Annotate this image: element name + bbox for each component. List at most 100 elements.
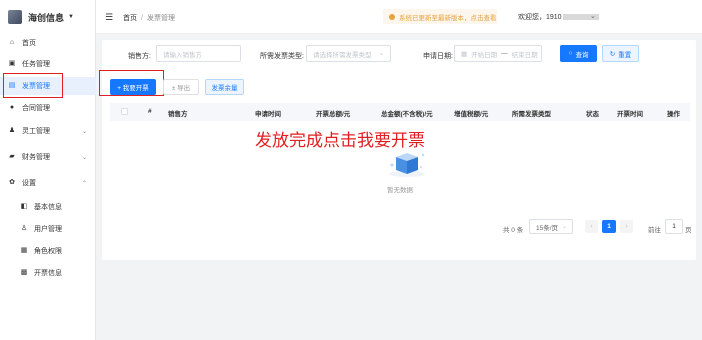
calendar-icon: ▦ bbox=[461, 50, 468, 58]
reset-button[interactable]: ↻ 重置 bbox=[602, 45, 639, 62]
sidebar-item-label: 设置 bbox=[22, 180, 36, 187]
sidebar-item-settings[interactable]: ✿ 设置 ⌃ bbox=[0, 174, 96, 192]
sidebar-item-label: 灵工管理 bbox=[22, 128, 50, 135]
column-apply-time: 申请时间 bbox=[255, 111, 281, 118]
prev-page-button[interactable]: ‹ bbox=[585, 220, 598, 233]
column-index: # bbox=[148, 108, 152, 115]
task-icon: ▣ bbox=[8, 60, 16, 67]
role-icon: ▦ bbox=[20, 247, 28, 254]
contract-icon: ● bbox=[9, 104, 15, 111]
chevron-down-icon: ⌄ bbox=[561, 224, 567, 230]
welcome-text[interactable]: 欢迎您，1910 bbox=[518, 12, 599, 22]
breadcrumb-separator: / bbox=[141, 15, 143, 22]
date-start: 开始日期 bbox=[471, 51, 498, 59]
update-notice[interactable]: 系统已更新至最新版本，点击查看 bbox=[383, 9, 497, 24]
worker-icon: ♟ bbox=[8, 127, 16, 134]
seller-input[interactable]: 请输入销售方 bbox=[156, 45, 241, 62]
info-icon: ◧ bbox=[20, 203, 28, 210]
billing-icon: ▩ bbox=[20, 269, 28, 276]
sidebar-item-label: 首页 bbox=[22, 40, 36, 47]
logo[interactable]: 海创信息 ▼ bbox=[0, 0, 95, 34]
sidebar-item-users[interactable]: ♙ 用户管理 bbox=[0, 220, 96, 238]
search-icon: ○ bbox=[568, 50, 573, 57]
page-size-value: 15条/页 bbox=[536, 224, 559, 232]
menu-toggle-icon[interactable]: ☰ bbox=[105, 12, 113, 23]
sidebar-item-label: 基本信息 bbox=[34, 204, 62, 211]
chevron-right-icon: › bbox=[625, 223, 628, 230]
page-size-select[interactable]: 15条/页 ⌄ bbox=[529, 219, 573, 234]
seller-label: 销售方: bbox=[128, 53, 151, 60]
caret-down-icon: ▼ bbox=[68, 14, 74, 20]
breadcrumb-home[interactable]: 首页 bbox=[123, 15, 137, 22]
home-icon: ⌂ bbox=[9, 39, 15, 46]
column-status: 状态 bbox=[586, 111, 599, 118]
invoice-type-label: 所需发票类型: bbox=[260, 53, 304, 60]
user-icon: ♙ bbox=[20, 225, 28, 232]
sidebar-item-home[interactable]: ⌂ 首页 bbox=[0, 34, 96, 52]
empty-state-text: 暂无数据 bbox=[387, 187, 413, 194]
column-actions: 操作 bbox=[667, 111, 680, 118]
chevron-down-icon: ⌄ bbox=[81, 128, 87, 135]
invoice-balance-button[interactable]: 发票余量 bbox=[205, 79, 244, 95]
sidebar-item-label: 任务管理 bbox=[22, 61, 50, 68]
settings-icon: ✿ bbox=[9, 179, 15, 186]
finance-icon: ▰ bbox=[9, 153, 15, 160]
invoice-type-select[interactable]: 请选择所需发票类型 ⌄ bbox=[306, 45, 391, 62]
highlight-box-issue bbox=[99, 70, 164, 96]
empty-box-icon bbox=[389, 153, 425, 177]
chevron-down-icon: ⌄ bbox=[378, 51, 384, 57]
sidebar-item-roles[interactable]: ▦ 角色权限 bbox=[0, 242, 96, 260]
welcome-label: 欢迎您，1910 bbox=[518, 14, 562, 21]
column-vat: 增值税额/元 bbox=[454, 111, 489, 118]
seller-placeholder: 请输入销售方 bbox=[163, 51, 202, 59]
topbar: ☰ 首页 / 发票管理 系统已更新至最新版本，点击查看 欢迎您，1910 ⌄ bbox=[96, 0, 702, 34]
warning-dot-icon bbox=[389, 13, 395, 20]
column-invoice-type: 所需发票类型 bbox=[512, 111, 551, 118]
next-page-button[interactable]: › bbox=[620, 220, 633, 233]
sidebar-item-label: 角色权限 bbox=[34, 248, 62, 255]
date-end: 结束日期 bbox=[511, 51, 538, 59]
column-amount-ex-tax: 总金额(不含税)/元 bbox=[381, 111, 433, 118]
sidebar-item-contracts[interactable]: ● 合同管理 bbox=[0, 99, 96, 117]
date-separator: — bbox=[501, 50, 508, 57]
page-number-current[interactable]: 1 bbox=[602, 220, 616, 233]
sidebar-item-tasks[interactable]: ▣ 任务管理 bbox=[0, 55, 96, 73]
invoice-balance-label: 发票余量 bbox=[211, 85, 238, 92]
chevron-up-icon: ⌃ bbox=[81, 180, 87, 187]
search-button-label: 查询 bbox=[575, 51, 589, 59]
column-total: 开票总额/元 bbox=[316, 111, 351, 118]
chevron-down-icon: ⌄ bbox=[81, 154, 87, 161]
sidebar-item-label: 开票信息 bbox=[34, 270, 62, 277]
sidebar-item-label: 财务管理 bbox=[22, 154, 50, 161]
chevron-left-icon: ‹ bbox=[590, 223, 593, 230]
notice-text: 系统已更新至最新版本，点击查看 bbox=[399, 14, 497, 22]
export-button[interactable]: ± 导出 bbox=[163, 79, 199, 95]
refresh-icon: ↻ bbox=[609, 50, 616, 58]
pagination-total: 共 0 条 bbox=[503, 227, 524, 234]
chevron-down-icon[interactable]: ⌄ bbox=[590, 12, 596, 20]
sidebar-item-workers[interactable]: ♟ 灵工管理 ⌄ bbox=[0, 122, 96, 140]
column-invoice-time: 开票时间 bbox=[617, 111, 643, 118]
search-button[interactable]: ○ 查询 bbox=[560, 45, 597, 62]
sidebar: 海创信息 ▼ ⌂ 首页 ▣ 任务管理 ▤ 发票管理 ● 合同管理 ♟ 灵工管理 … bbox=[0, 0, 96, 340]
logo-icon bbox=[8, 10, 22, 24]
sidebar-item-billing-info[interactable]: ▩ 开票信息 bbox=[0, 264, 96, 282]
sidebar-item-label: 合同管理 bbox=[22, 105, 50, 112]
sidebar-item-label: 用户管理 bbox=[34, 226, 62, 233]
sidebar-item-basic-info[interactable]: ◧ 基本信息 bbox=[0, 198, 96, 216]
column-seller: 销售方 bbox=[168, 111, 188, 118]
sidebar-item-finance[interactable]: ▰ 财务管理 ⌄ bbox=[0, 148, 96, 166]
apply-date-label: 申请日期: bbox=[423, 53, 453, 60]
goto-page-input[interactable]: 1 bbox=[665, 219, 683, 234]
export-label: ± 导出 bbox=[171, 85, 191, 92]
goto-label: 前往 bbox=[648, 227, 661, 234]
date-range-picker[interactable]: ▦ 开始日期 — 结束日期 bbox=[454, 45, 542, 62]
goto-unit: 页 bbox=[685, 227, 692, 234]
breadcrumb: 首页 / 发票管理 bbox=[123, 13, 175, 23]
breadcrumb-current: 发票管理 bbox=[146, 15, 175, 22]
invoice-type-placeholder: 请选择所需发票类型 bbox=[313, 51, 372, 59]
reset-button-label: 重置 bbox=[618, 51, 632, 59]
highlight-box-sidebar bbox=[3, 73, 63, 98]
logo-text: 海创信息 bbox=[28, 12, 65, 23]
select-all-checkbox[interactable] bbox=[121, 108, 128, 115]
